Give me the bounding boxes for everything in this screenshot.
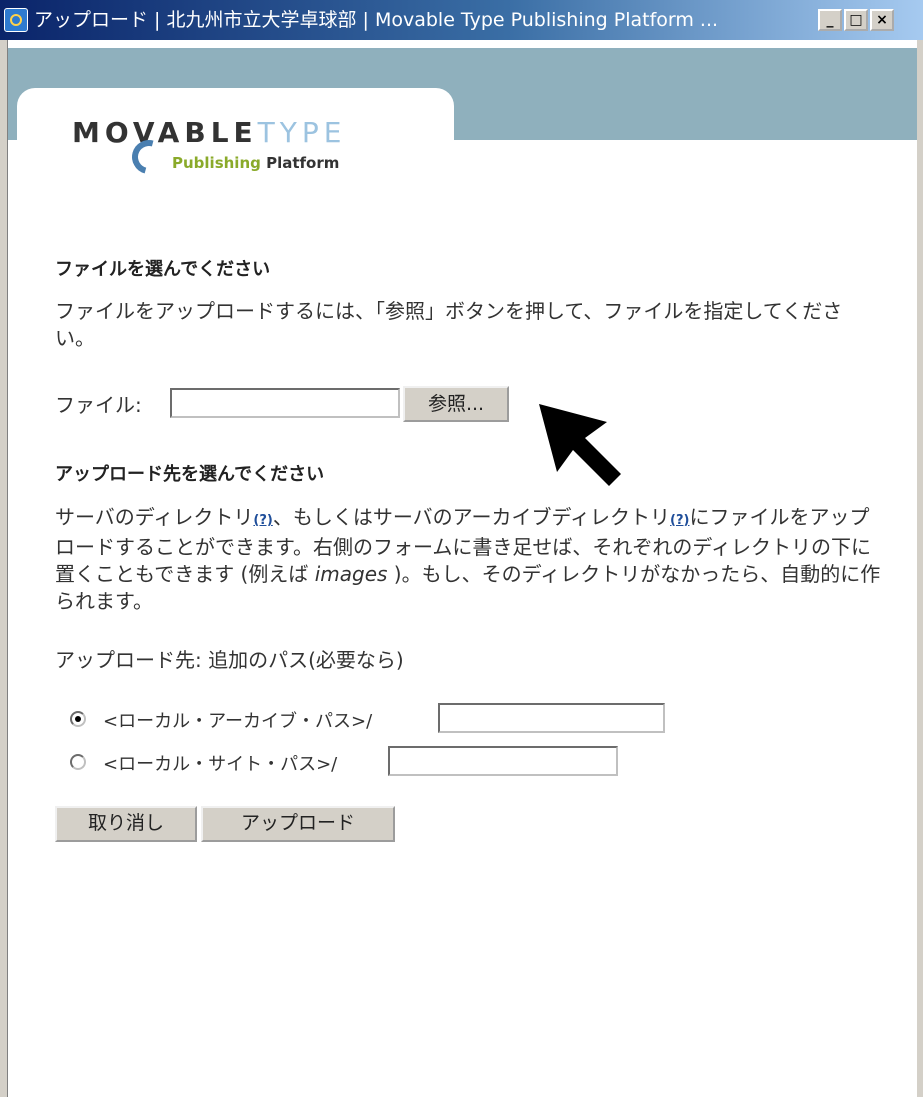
help-icon-archive-dir[interactable]: (?) (670, 513, 689, 528)
pointer-arrow-icon (539, 404, 621, 486)
destination-example-path: images (314, 562, 388, 586)
archive-path-label: <ローカル・アーカイブ・パス>/ (103, 711, 373, 732)
maximize-icon[interactable]: □ (844, 9, 868, 31)
logo-word-movable: MOVABLE (72, 116, 258, 149)
logo-wordmark: MOVABLETYPE (72, 116, 346, 149)
window-frame-right (917, 40, 923, 1097)
close-icon[interactable]: × (870, 9, 894, 31)
logo-word-platform: Platform (266, 154, 340, 172)
help-icon-server-dir[interactable]: (?) (253, 513, 272, 528)
site-path-label: <ローカル・サイト・パス>/ (103, 754, 338, 775)
logo-word-type: TYPE (257, 116, 347, 149)
file-section-description: ファイルをアップロードするには、「参照」ボタンを押して、ファイルを指定してくださ… (55, 299, 843, 350)
destination-description: サーバのディレクトリ(?)、もしくはサーバのアーカイブディレクトリ(?)にファイ… (55, 504, 885, 615)
window-title: アップロード | 北九州市立大学卓球部 | Movable Type Publi… (34, 9, 719, 31)
cancel-button[interactable]: 取り消し (55, 806, 197, 842)
minimize-icon[interactable]: _ (818, 9, 842, 31)
destination-desc-part1: サーバのディレクトリ (55, 505, 254, 529)
logo-area: MOVABLETYPE Publishing Platform (17, 88, 454, 208)
site-path-input[interactable] (388, 746, 618, 776)
archive-path-radio[interactable] (70, 711, 86, 727)
logo-word-publishing: Publishing (172, 154, 261, 172)
upload-button[interactable]: アップロード (201, 806, 395, 842)
file-path-input[interactable] (170, 388, 400, 418)
browse-button[interactable]: 参照... (403, 386, 509, 422)
site-path-radio[interactable] (70, 754, 86, 770)
destination-section-heading: アップロード先を選んでください (55, 464, 325, 485)
logo-subtitle: Publishing Platform (172, 154, 339, 172)
header-top-strip (8, 40, 917, 48)
archive-path-input[interactable] (438, 703, 665, 733)
destination-desc-part2: 、もしくはサーバのアーカイブディレクトリ (272, 505, 671, 529)
window-frame-left (0, 40, 8, 1097)
window-title-bar: アップロード | 北九州市立大学卓球部 | Movable Type Publi… (0, 0, 923, 40)
file-label: ファイル: (55, 393, 142, 417)
file-section-heading: ファイルを選んでください (55, 259, 271, 280)
browser-app-icon (4, 8, 28, 32)
upload-destination-label: アップロード先: 追加のパス(必要なら) (55, 648, 404, 672)
